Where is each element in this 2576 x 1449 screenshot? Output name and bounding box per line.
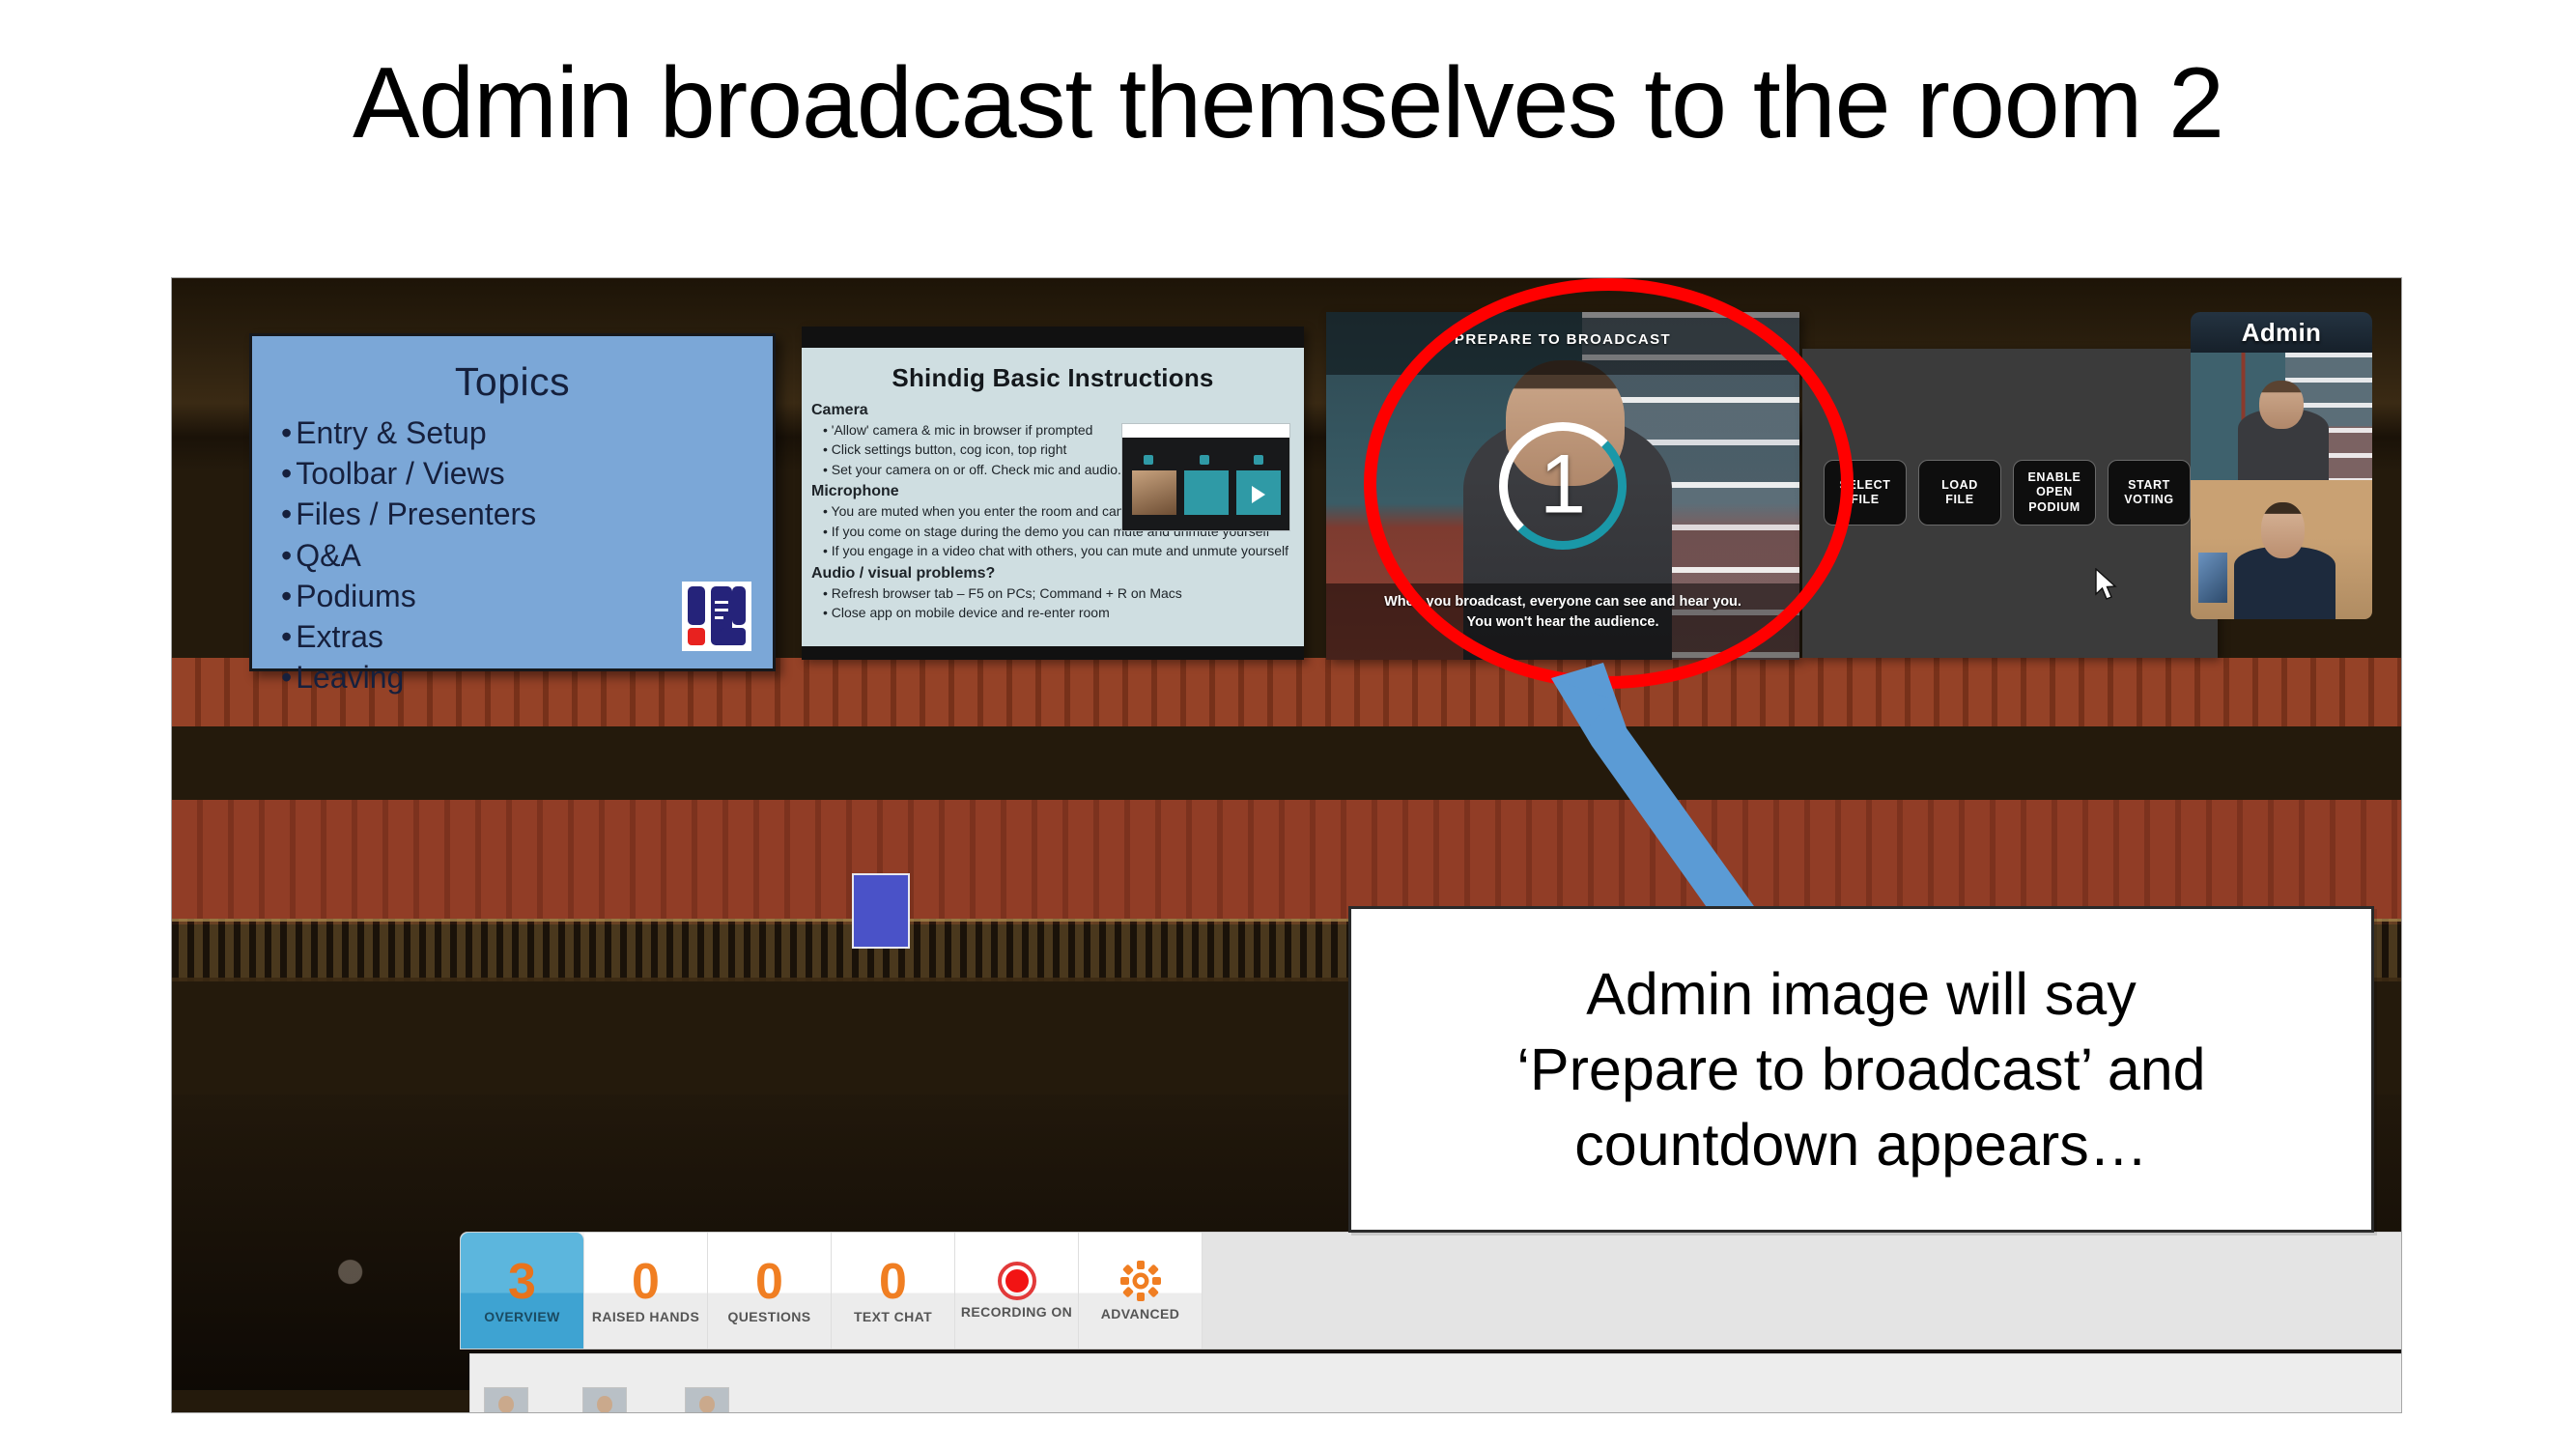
toolbar-item-overview[interactable]: 3 OVERVIEW	[461, 1233, 584, 1349]
countdown-number: 1	[1540, 438, 1586, 531]
topics-heading: Topics	[454, 359, 571, 404]
toolbar-label: TEXT CHAT	[853, 1309, 933, 1324]
broadcast-notice-line1: When you broadcast, everyone can see and…	[1384, 593, 1741, 610]
admin-video-feed-1[interactable]	[2191, 353, 2372, 480]
admin-video-feed-2[interactable]	[2191, 480, 2372, 619]
load-file-button[interactable]: LOAD FILE	[1918, 460, 2001, 526]
instructions-slide-panel[interactable]: Shindig Basic Instructions Camera 'Allow…	[802, 327, 1304, 660]
list-item: Files / Presenters	[281, 494, 773, 534]
toolbar-label: OVERVIEW	[484, 1309, 560, 1324]
section-heading-camera: Camera	[811, 402, 868, 418]
select-file-button[interactable]: SELECT FILE	[1824, 460, 1907, 526]
raised-hands-count: 0	[632, 1254, 660, 1310]
participant-tray	[469, 1353, 2401, 1412]
toolbar-item-raised-hands[interactable]: 0 RAISED HANDS	[584, 1233, 708, 1349]
shindig-room-screenshot: Topics Entry & Setup Toolbar / Views Fil…	[172, 278, 2401, 1412]
admin-video-panel[interactable]: Admin	[2191, 312, 2372, 619]
overview-count: 3	[508, 1254, 536, 1310]
callout-line-2: ‘Prepare to broadcast’ and	[1516, 1036, 2206, 1102]
mouse-cursor-icon	[2095, 568, 2117, 600]
bullet: Close app on mobile device and re-enter …	[823, 603, 1294, 622]
questions-count: 0	[755, 1254, 783, 1310]
topics-slide-panel[interactable]: Topics Entry & Setup Toolbar / Views Fil…	[249, 333, 776, 695]
callout-box: Admin image will say ‘Prepare to broadca…	[1348, 906, 2374, 1233]
toolbar-item-recording[interactable]: RECORDING ON	[955, 1233, 1079, 1349]
bullet: Refresh browser tab – F5 on PCs; Command…	[823, 583, 1294, 603]
broadcast-status-text: PREPARE TO BROADCAST	[1454, 330, 1672, 348]
list-item: Leaving	[281, 657, 773, 697]
text-chat-count: 0	[879, 1254, 907, 1310]
settings-dialog-thumbnail	[1121, 423, 1290, 531]
toolbar-item-text-chat[interactable]: 0 TEXT CHAT	[832, 1233, 955, 1349]
bullet: If you engage in a video chat with other…	[823, 541, 1294, 560]
admin-control-panel: SELECT FILE LOAD FILE ENABLE OPEN PODIUM…	[1802, 349, 2218, 658]
page-title: Admin broadcast themselves to the room 2	[353, 47, 2224, 159]
blue-arrow-annotation	[1551, 663, 1773, 947]
instructions-heading: Shindig Basic Instructions	[892, 363, 1214, 392]
record-icon	[997, 1262, 1036, 1300]
room-toolbar: 3 OVERVIEW 0 RAISED HANDS 0 QUESTIONS 0 …	[460, 1232, 2401, 1350]
list-item: Toolbar / Views	[281, 453, 773, 494]
toolbar-filler	[1203, 1233, 2401, 1349]
list-item: Entry & Setup	[281, 412, 773, 453]
callout-line-1: Admin image will say	[1586, 960, 2137, 1027]
participant-avatar[interactable]	[582, 1387, 627, 1412]
toolbar-item-advanced[interactable]: ADVANCED	[1079, 1233, 1203, 1349]
toolbar-label: ADVANCED	[1100, 1306, 1180, 1321]
blue-stage-banner	[851, 873, 910, 949]
start-voting-button[interactable]: START VOTING	[2108, 460, 2191, 526]
list-item: Q&A	[281, 535, 773, 576]
presentation-slide: Admin broadcast themselves to the room 2…	[0, 0, 2576, 1449]
participant-avatar[interactable]	[484, 1387, 528, 1412]
section-heading-problems: Audio / visual problems?	[811, 564, 996, 582]
broadcast-notice-line2: You won't hear the audience.	[1466, 613, 1659, 630]
admin-button-row: SELECT FILE LOAD FILE ENABLE OPEN PODIUM…	[1824, 460, 2191, 526]
admin-panel-label: Admin	[2191, 312, 2372, 353]
topics-list: Entry & Setup Toolbar / Views Files / Pr…	[281, 412, 773, 698]
callout-text: Admin image will say ‘Prepare to broadca…	[1491, 956, 2230, 1182]
broadcast-notice: When you broadcast, everyone can see and…	[1326, 582, 1799, 660]
broadcast-preview-panel[interactable]: PREPARE TO BROADCAST 1 When you broadcas…	[1326, 312, 1799, 660]
toolbar-label: RAISED HANDS	[591, 1309, 700, 1324]
toolbar-label: RECORDING ON	[960, 1304, 1073, 1320]
enable-open-podium-button[interactable]: ENABLE OPEN PODIUM	[2013, 460, 2096, 526]
toolbar-label: QUESTIONS	[727, 1309, 811, 1324]
toolbar-item-questions[interactable]: 0 QUESTIONS	[708, 1233, 832, 1349]
participant-avatar[interactable]	[685, 1387, 729, 1412]
callout-line-3: countdown appears…	[1574, 1112, 2148, 1179]
gear-icon	[1119, 1261, 1161, 1301]
shindig-logo-icon	[682, 582, 751, 651]
